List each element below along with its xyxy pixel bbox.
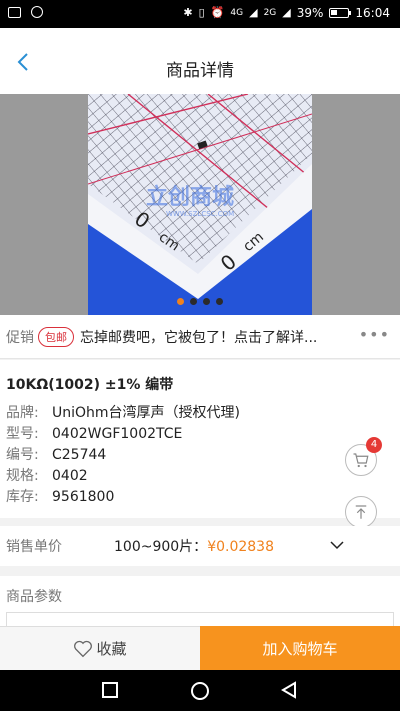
free-shipping-badge: 包邮 [38,326,74,347]
messenger-icon [30,6,43,18]
field-label: 型号: [6,426,39,442]
brand-value: UniOhm台湾厚声（授权代理) [52,405,241,421]
notification-icons [8,6,43,21]
pagination-dot[interactable] [177,298,184,305]
field-row: 品牌: UniOhm台湾厚声（授权代理) [6,403,394,424]
ruler-photo-svg: 0 cm 0 cm 立创商城 WWW.SZLCSC.COM [88,94,312,315]
pagination-dot[interactable] [216,298,223,305]
product-info: 10KΩ(1002) ±1% 编带 品牌: UniOhm台湾厚声（授权代理) 型号… [0,360,400,518]
status-bar: ✱ ▯ ⏰ 4G ◢ 2G ◢ 39% 16:04 [0,0,400,28]
watermark-text: 立创商城 [146,184,234,210]
cart-float-button[interactable]: 4 [345,437,382,476]
battery-percent: 39% [296,6,324,20]
system-nav-bar [0,670,400,711]
price-label: 销售单价 [6,539,62,555]
pagination-dot[interactable] [203,298,210,305]
stock-value: 9561800 [52,489,115,505]
field-label: 库存: [6,489,39,505]
gallery-pagination [0,298,400,305]
price-row[interactable]: 销售单价 100~900片：¥0.02838 [0,526,400,566]
image-notification-icon [8,7,21,18]
product-image-gallery[interactable]: 0 cm 0 cm 立创商城 WWW.SZLCSC.COM [0,94,400,315]
promo-text[interactable]: 忘掉邮费吧，它被包了！点击了解详... [80,327,317,347]
signal-4g-icon: 4G [230,8,244,18]
price-range: 100~900片： [114,539,208,555]
field-label: 编号: [6,447,39,463]
cart-icon [353,453,369,468]
field-row: 编号: C25744 [6,445,394,466]
signal-bars-icon: ◢ [249,6,258,19]
field-label: 品牌: [6,405,39,421]
cart-count-badge: 4 [366,437,382,453]
heart-icon [74,640,93,657]
recent-apps-icon[interactable] [100,680,120,700]
battery-icon [329,8,352,18]
bottom-action-bar: 收藏 加入购物车 [0,626,400,670]
product-photo: 0 cm 0 cm 立创商城 WWW.SZLCSC.COM [88,94,312,315]
signal-bars-icon-2: ◢ [282,6,291,19]
field-row: 型号: 0402WGF1002TCE [6,424,394,445]
field-row: 库存: 9561800 [6,487,394,508]
favorite-label: 收藏 [96,640,127,658]
price-value: ¥0.02838 [207,539,274,555]
favorite-button[interactable]: 收藏 [0,626,200,670]
model-value: 0402WGF1002TCE [52,426,183,442]
back-nav-icon[interactable] [279,680,299,700]
watermark-url: WWW.SZLCSC.COM [166,210,234,218]
signal-2g-icon: 2G [263,8,277,18]
price-tier: 100~900片：¥0.02838 [114,536,274,556]
product-params-section: 商品参数 [0,576,400,632]
vibrate-icon: ▯ [198,6,205,19]
promo-label: 促销 [6,329,34,346]
chevron-down-icon[interactable] [328,536,346,554]
code-value: C25744 [52,447,107,463]
bluetooth-icon: ✱ [183,6,193,19]
app-header: 商品详情 [0,28,400,94]
spec-value: 0402 [52,468,88,484]
home-icon[interactable] [189,680,211,702]
more-options-icon[interactable]: ••• [359,325,390,344]
add-to-cart-button[interactable]: 加入购物车 [200,626,400,670]
clock: 16:04 [355,6,390,20]
product-name: 10KΩ(1002) ±1% 编带 [6,377,174,393]
page-title: 商品详情 [166,61,234,81]
params-title: 商品参数 [6,589,62,605]
field-label: 规格: [6,468,39,484]
arrow-up-to-top-icon [355,505,367,519]
pagination-dot[interactable] [190,298,197,305]
alarm-icon: ⏰ [210,6,225,19]
promo-bar[interactable]: 促销 包邮 忘掉邮费吧，它被包了！点击了解详... ••• [0,315,400,359]
field-row: 规格: 0402 [6,466,394,487]
back-to-top-button[interactable] [345,496,377,528]
